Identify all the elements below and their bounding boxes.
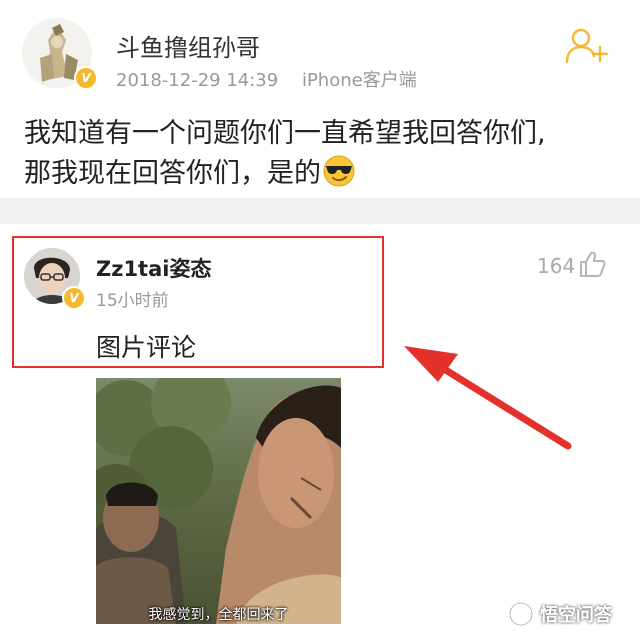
movie-still-image [96,378,341,624]
cool-sunglasses-emoji-icon [323,155,355,187]
like-count: 164 [537,254,576,278]
post-content-line: 我知道有一个问题你们一直希望我回答你们, [24,118,546,149]
comment-image[interactable]: 我感觉到，全都回来了 [96,378,341,624]
watermark-text: 悟空问答 [540,605,612,626]
add-user-icon [565,28,609,64]
highlight-box [12,236,384,368]
post-content: 我知道有一个问题你们一直希望我回答你们, 那我现在回答你们，是的 [24,114,624,194]
app-watermark: 悟空问答 [508,600,633,628]
image-subtitle: 我感觉到，全都回来了 [148,607,289,623]
pointer-arrow-icon [404,346,572,450]
like-button[interactable] [578,250,606,278]
wukong-logo-icon [508,601,534,627]
post-card: V 斗鱼撸组孙哥 2018-12-29 14:39 iPhone客户端 我知道有… [0,0,640,198]
section-divider [0,198,640,224]
post-client: iPhone客户端 [301,70,417,91]
post-date: 2018-12-29 14:39 [116,70,279,91]
post-content-line: 那我现在回答你们，是的 [24,154,624,194]
follow-button[interactable] [565,28,609,64]
post-meta: 2018-12-29 14:39 iPhone客户端 [116,66,417,92]
thumbs-up-icon [580,251,606,277]
verified-badge: V [74,66,98,90]
post-author-name[interactable]: 斗鱼撸组孙哥 [116,28,260,63]
